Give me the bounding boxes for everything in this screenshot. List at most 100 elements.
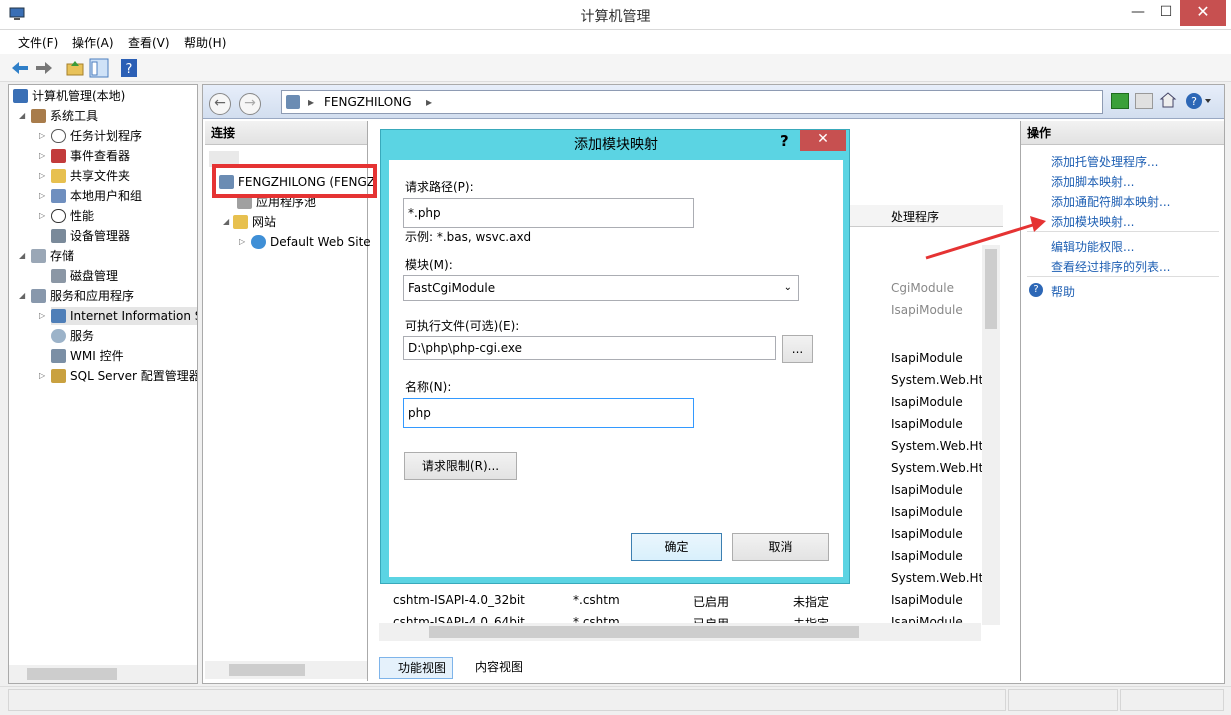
handler-cell: IsapiModule bbox=[891, 351, 963, 365]
tree-services[interactable]: 服务 bbox=[51, 327, 94, 345]
table-row-path: *.cshtm bbox=[573, 615, 620, 623]
cancel-button[interactable]: 取消 bbox=[732, 533, 829, 561]
tree-sql-server[interactable]: SQL Server 配置管理器 bbox=[51, 367, 197, 385]
conn-hscrollbar[interactable] bbox=[205, 661, 367, 679]
forward-arrow-icon[interactable] bbox=[34, 58, 54, 78]
tree-storage[interactable]: 存储 bbox=[31, 247, 74, 265]
browse-button[interactable]: ... bbox=[782, 335, 813, 363]
table-row-name[interactable]: cshtm-ISAPI-4.0_64bit bbox=[393, 615, 525, 623]
close-button[interactable]: ✕ bbox=[1180, 0, 1226, 26]
status-segment bbox=[1008, 689, 1118, 711]
tree-task-scheduler[interactable]: 任务计划程序 bbox=[51, 127, 142, 145]
chevron-right-icon[interactable]: ▷ bbox=[39, 127, 45, 145]
refresh-icon[interactable] bbox=[1111, 93, 1129, 109]
back-button[interactable]: ← bbox=[209, 93, 231, 115]
highlight-annotation bbox=[212, 164, 377, 198]
dialog-close-button[interactable]: ✕ bbox=[800, 130, 846, 151]
show-hide-tree-icon[interactable] bbox=[89, 58, 109, 78]
up-folder-icon[interactable] bbox=[65, 58, 85, 78]
edit-feature-permissions-link[interactable]: 编辑功能权限... bbox=[1051, 238, 1134, 255]
scroll-thumb[interactable] bbox=[229, 664, 305, 676]
handler-cell: IsapiModule bbox=[891, 303, 963, 317]
add-script-map-link[interactable]: 添加脚本映射... bbox=[1051, 173, 1134, 190]
tree-shared-folders[interactable]: 共享文件夹 bbox=[51, 167, 130, 185]
tree-local-users[interactable]: 本地用户和组 bbox=[51, 187, 142, 205]
executable-input[interactable]: D:\php\php-cgi.exe bbox=[403, 336, 776, 360]
chevron-down-icon[interactable]: ◢ bbox=[19, 107, 25, 125]
menu-file[interactable]: 文件(F) bbox=[18, 34, 58, 51]
menu-help[interactable]: 帮助(H) bbox=[184, 34, 226, 51]
tools-icon bbox=[31, 109, 46, 123]
maximize-button[interactable]: ☐ bbox=[1152, 0, 1180, 26]
conn-default-site[interactable]: Default Web Site bbox=[251, 233, 371, 251]
request-path-input[interactable]: *.php bbox=[403, 198, 694, 228]
tree-device-manager[interactable]: 设备管理器 bbox=[51, 227, 130, 245]
table-row-type: 未指定 bbox=[793, 595, 830, 609]
home-icon[interactable] bbox=[1159, 91, 1177, 109]
address-path[interactable]: ▸ FENGZHILONG ▸ bbox=[281, 90, 1103, 114]
add-managed-handler-link[interactable]: 添加托管处理程序... bbox=[1051, 153, 1158, 170]
chevron-right-icon[interactable]: ▷ bbox=[239, 233, 245, 251]
grid-hscrollbar[interactable] bbox=[379, 623, 981, 641]
stop-icon[interactable] bbox=[1135, 93, 1153, 109]
table-row-state: 已启用 bbox=[693, 595, 730, 609]
module-select[interactable]: FastCgiModule ⌄ bbox=[403, 275, 799, 301]
ok-button[interactable]: 确定 bbox=[631, 533, 722, 561]
dialog-body: 请求路径(P): *.php 示例: *.bas, wsvc.axd 模块(M)… bbox=[389, 160, 843, 577]
menu-view[interactable]: 查看(V) bbox=[128, 34, 170, 51]
tree-root[interactable]: 计算机管理(本地) bbox=[13, 87, 125, 105]
module-label: 模块(M): bbox=[405, 258, 453, 272]
tree-services-apps[interactable]: 服务和应用程序 bbox=[31, 287, 134, 305]
chevron-down-icon[interactable]: ◢ bbox=[19, 287, 25, 305]
tree-disk-management[interactable]: 磁盘管理 bbox=[51, 267, 118, 285]
chevron-right-icon[interactable]: ▷ bbox=[39, 207, 45, 225]
example-text: 示例: *.bas, wsvc.axd bbox=[405, 230, 532, 244]
chevron-right-icon[interactable]: ▷ bbox=[39, 367, 45, 385]
add-module-mapping-link[interactable]: 添加模块映射... bbox=[1051, 213, 1134, 230]
tree-event-viewer[interactable]: 事件查看器 bbox=[51, 147, 130, 165]
chevron-right-icon[interactable]: ▷ bbox=[39, 307, 45, 325]
handler-column-header[interactable]: 处理程序 bbox=[891, 208, 939, 225]
users-icon bbox=[51, 189, 66, 203]
view-ordered-list-link[interactable]: 查看经过排序的列表... bbox=[1051, 258, 1170, 275]
tree-wmi[interactable]: WMI 控件 bbox=[51, 347, 124, 365]
performance-icon bbox=[51, 209, 66, 223]
grid-vscrollbar[interactable] bbox=[982, 245, 1000, 625]
chevron-down-icon[interactable]: ◢ bbox=[223, 213, 229, 231]
menu-bar: 文件(F) 操作(A) 查看(V) 帮助(H) bbox=[0, 30, 1231, 54]
tree-system-tools[interactable]: 系统工具 bbox=[31, 107, 98, 125]
tree-iis[interactable]: Internet Information Services (IIS)管理器 bbox=[51, 307, 197, 325]
server-icon bbox=[286, 95, 300, 109]
scroll-thumb[interactable] bbox=[27, 668, 117, 680]
minimize-button[interactable]: — bbox=[1124, 0, 1152, 26]
conn-sites[interactable]: 网站 bbox=[233, 213, 276, 231]
chevron-down-icon[interactable]: ◢ bbox=[19, 247, 25, 265]
tab-content-view[interactable]: 内容视图 bbox=[457, 657, 531, 679]
chevron-right-icon[interactable]: ▷ bbox=[39, 167, 45, 185]
forward-button[interactable]: → bbox=[239, 93, 261, 115]
event-viewer-icon bbox=[51, 149, 66, 163]
svg-text:?: ? bbox=[1191, 95, 1197, 108]
tree-performance[interactable]: 性能 bbox=[51, 207, 94, 225]
dialog-help-button[interactable]: ? bbox=[780, 132, 789, 150]
name-input[interactable]: php bbox=[403, 398, 694, 428]
executable-label: 可执行文件(可选)(E): bbox=[405, 319, 520, 333]
back-arrow-icon[interactable] bbox=[10, 58, 30, 78]
add-wildcard-script-map-link[interactable]: 添加通配符脚本映射... bbox=[1051, 193, 1170, 210]
chevron-right-icon[interactable]: ▷ bbox=[39, 147, 45, 165]
menu-action[interactable]: 操作(A) bbox=[72, 34, 114, 51]
actions-pane: 操作 添加托管处理程序... 添加脚本映射... 添加通配符脚本映射... 添加… bbox=[1020, 121, 1224, 681]
help-dropdown-icon[interactable]: ? bbox=[1185, 91, 1213, 111]
request-restrictions-button[interactable]: 请求限制(R)... bbox=[404, 452, 517, 480]
chevron-right-icon[interactable]: ▷ bbox=[39, 187, 45, 205]
scroll-thumb[interactable] bbox=[429, 626, 859, 638]
help-link[interactable]: 帮助 bbox=[1051, 283, 1075, 300]
tab-features-view[interactable]: 功能视图 bbox=[379, 657, 453, 679]
handler-cell: IsapiModule bbox=[891, 417, 963, 431]
table-row-name[interactable]: cshtm-ISAPI-4.0_32bit bbox=[393, 593, 525, 607]
scroll-thumb[interactable] bbox=[985, 249, 997, 329]
tree-hscrollbar[interactable] bbox=[9, 665, 197, 683]
address-server[interactable]: FENGZHILONG bbox=[324, 95, 412, 109]
help-book-icon[interactable]: ? bbox=[119, 58, 139, 78]
wmi-icon bbox=[51, 349, 66, 363]
